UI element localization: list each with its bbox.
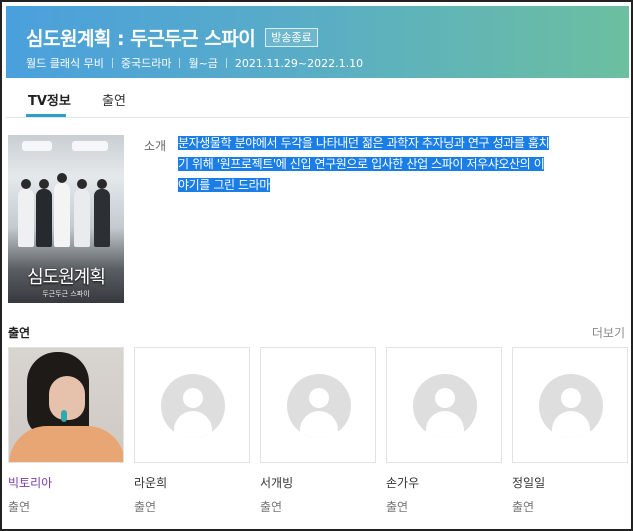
poster-title: 심도원계획 bbox=[27, 267, 106, 288]
poster-figure-head bbox=[77, 179, 87, 189]
cast-role: 출연 bbox=[512, 500, 535, 514]
poster-figure bbox=[18, 189, 34, 247]
intro-line: 야기를 그린 드라마 bbox=[178, 178, 270, 192]
more-link[interactable]: 더보기 bbox=[592, 324, 625, 341]
cast-card[interactable]: 손가우 출연 bbox=[386, 347, 502, 515]
poster-figure-head bbox=[57, 173, 67, 183]
cast-name[interactable]: 빅토리아 bbox=[8, 474, 124, 491]
photo-earring bbox=[61, 410, 67, 422]
intro-line: 기 위해 '원프로젝트'에 신입 연구원으로 입사한 산업 스파이 저우샤오산의… bbox=[178, 157, 545, 171]
poster-figure-head bbox=[21, 179, 31, 189]
cast-card[interactable]: 정일일 출연 bbox=[512, 347, 628, 515]
status-badge: 방송종료 bbox=[265, 28, 318, 47]
program-meta: 월드 클래식 무비 중국드라마 월~금 2021.11.29~2022.1.10 bbox=[26, 55, 363, 71]
cast-card[interactable]: 빅토리아 출연 bbox=[8, 347, 124, 515]
cast-card[interactable]: 라운희 출연 bbox=[134, 347, 250, 515]
cast-photo-placeholder[interactable] bbox=[386, 347, 502, 463]
poster-figure bbox=[94, 189, 110, 247]
cast-role: 출연 bbox=[260, 500, 283, 514]
genre-label: 중국드라마 bbox=[120, 57, 172, 70]
poster-figure bbox=[36, 189, 52, 247]
poster-image[interactable]: 심도원계획 두근두근 스파이 bbox=[8, 135, 124, 303]
cast-name[interactable]: 정일일 bbox=[512, 474, 628, 491]
person-placeholder-icon bbox=[413, 374, 477, 438]
cast-card[interactable]: 서개빙 출연 bbox=[260, 347, 376, 515]
poster-figure-head bbox=[97, 179, 107, 189]
app-frame: 심도원계획 : 두근두근 스파이 방송종료 월드 클래식 무비 중국드라마 월~… bbox=[0, 0, 633, 531]
photo-face bbox=[49, 376, 85, 420]
cast-heading: 출연 bbox=[8, 326, 31, 340]
divider bbox=[179, 58, 181, 68]
cast-name[interactable]: 라운희 bbox=[134, 474, 250, 491]
cast-role: 출연 bbox=[8, 500, 31, 514]
cast-role: 출연 bbox=[134, 500, 157, 514]
divider bbox=[225, 58, 227, 68]
program-title[interactable]: 심도원계획 : 두근두근 스파이 bbox=[26, 24, 256, 51]
title-row: 심도원계획 : 두근두근 스파이 방송종료 bbox=[26, 24, 318, 51]
person-placeholder-icon bbox=[287, 374, 351, 438]
tab-tv-info[interactable]: TV정보 bbox=[28, 90, 71, 109]
cast-name[interactable]: 손가우 bbox=[386, 474, 502, 491]
intro-line: 분자생물학 분야에서 두각을 나타내던 젊은 과학자 추자닝과 연구 성과를 훔… bbox=[178, 136, 550, 150]
broadcast-period: 2021.11.29~2022.1.10 bbox=[234, 56, 364, 70]
cast-photo-placeholder[interactable] bbox=[260, 347, 376, 463]
cast-photo-placeholder[interactable] bbox=[512, 347, 628, 463]
poster-figure bbox=[54, 183, 70, 247]
poster-figure-head bbox=[39, 179, 49, 189]
poster-light bbox=[22, 141, 52, 151]
cast-photo-placeholder[interactable] bbox=[134, 347, 250, 463]
channel-label[interactable]: 월드 클래식 무비 bbox=[26, 55, 104, 71]
cast-role: 출연 bbox=[386, 500, 409, 514]
photo-coat bbox=[9, 426, 123, 462]
poster-light bbox=[72, 141, 108, 151]
actress-photo bbox=[9, 348, 123, 462]
poster-subtitle: 두근두근 스파이 bbox=[42, 290, 90, 298]
intro-label: 소개 bbox=[144, 139, 167, 153]
divider bbox=[111, 58, 113, 68]
active-tab-indicator bbox=[26, 114, 66, 117]
schedule-label: 월~금 bbox=[188, 57, 218, 70]
cast-name[interactable]: 서개빙 bbox=[260, 474, 376, 491]
poster-figure bbox=[74, 189, 90, 247]
person-placeholder-icon bbox=[161, 374, 225, 438]
tab-cast[interactable]: 출연 bbox=[102, 90, 126, 109]
program-header: 심도원계획 : 두근두근 스파이 방송종료 월드 클래식 무비 중국드라마 월~… bbox=[6, 6, 629, 78]
person-placeholder-icon bbox=[539, 374, 603, 438]
cast-photo[interactable] bbox=[8, 347, 124, 463]
tab-bar: TV정보 출연 bbox=[6, 78, 629, 118]
intro-text: 분자생물학 분야에서 두각을 나타내던 젊은 과학자 추자닝과 연구 성과를 훔… bbox=[178, 133, 610, 196]
